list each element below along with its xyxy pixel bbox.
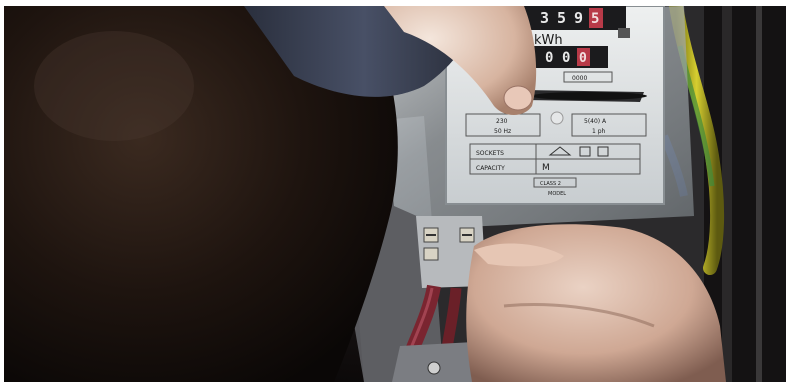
meter-disc-hub [531, 92, 647, 100]
digit: 5 [591, 11, 599, 27]
hair-highlight [34, 31, 194, 141]
digit: 0 [579, 51, 587, 66]
meter-led [550, 111, 564, 125]
terminal-screw [423, 247, 439, 261]
digit: 0 [562, 50, 570, 66]
photo-scene: 3 5 9 5 kWh 0 0 0 0000 230 50 Hz 5(40) A… [4, 6, 786, 382]
rating-left-2: 50 Hz [494, 128, 511, 135]
row1-label: SOCKETS [476, 150, 504, 157]
unit-label: kWh [534, 33, 563, 48]
bracket-screw [427, 361, 441, 375]
rating-right: 5(40) A [584, 118, 607, 125]
footer-2: MODEL [548, 191, 566, 197]
small-label: 0000 [572, 75, 587, 82]
rating-left: 230 [496, 118, 508, 125]
rating-right-2: 1 ph [592, 128, 606, 135]
digit: 9 [574, 9, 583, 27]
digit: 3 [540, 9, 549, 27]
meter-badge [618, 28, 630, 38]
cabinet-rail-2 [756, 6, 762, 382]
row2-value: M [542, 163, 550, 173]
digit: 5 [557, 9, 566, 27]
fingernail [503, 85, 533, 111]
digit: 0 [545, 50, 553, 66]
photo-frame: 3 5 9 5 kWh 0 0 0 0000 230 50 Hz 5(40) A… [4, 6, 786, 382]
row2-label: CAPACITY [476, 165, 505, 172]
cabinet-rail [722, 6, 732, 382]
footer-1: CLASS 2 [540, 181, 561, 187]
